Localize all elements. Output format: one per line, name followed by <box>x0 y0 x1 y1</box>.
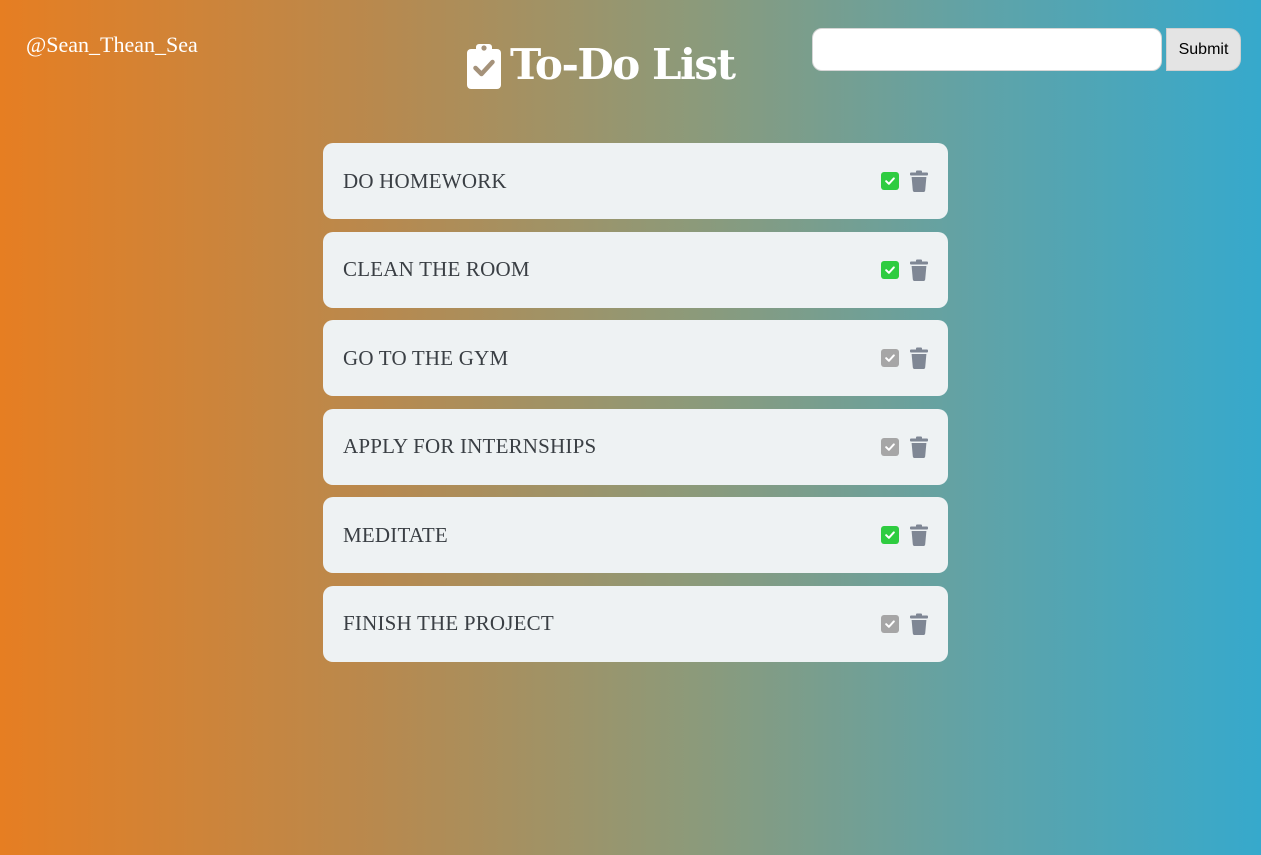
check-icon[interactable] <box>881 437 899 456</box>
trash-icon[interactable] <box>910 347 928 370</box>
todo-item: CLEAN THE ROOM <box>323 231 948 308</box>
check-icon[interactable] <box>881 172 899 190</box>
page-title-text: To-Do List <box>510 40 736 89</box>
todo-list: DO HOMEWORK CLEAN THE ROOM GO TO THE GYM AP… <box>323 143 948 675</box>
todo-form: Submit <box>812 28 1241 71</box>
trash-icon[interactable] <box>910 170 928 192</box>
check-icon[interactable] <box>881 526 899 545</box>
todo-item: MEDITATE <box>323 497 948 574</box>
trash-icon[interactable] <box>910 259 928 281</box>
submit-button[interactable]: Submit <box>1166 28 1241 71</box>
todo-text: CLEAN THE ROOM <box>343 257 530 282</box>
trash-icon[interactable] <box>910 524 928 547</box>
check-icon[interactable] <box>881 260 899 279</box>
page-title: To-Do List <box>466 38 736 92</box>
todo-item: GO TO THE GYM <box>323 320 948 397</box>
todo-item: DO HOMEWORK <box>323 143 948 219</box>
todo-text: DO HOMEWORK <box>343 168 507 193</box>
user-handle: @Sean_Thean_Sea <box>26 32 198 57</box>
check-icon[interactable] <box>881 614 899 633</box>
todo-text: GO TO THE GYM <box>343 345 509 370</box>
trash-icon[interactable] <box>910 613 928 635</box>
trash-icon[interactable] <box>910 436 928 458</box>
todo-text: FINISH THE PROJECT <box>343 611 554 636</box>
todo-input[interactable] <box>812 28 1162 71</box>
check-icon[interactable] <box>881 349 899 368</box>
todo-text: APPLY FOR INTERNSHIPS <box>343 434 597 459</box>
todo-text: MEDITATE <box>343 522 448 547</box>
todo-item: APPLY FOR INTERNSHIPS <box>323 408 948 485</box>
todo-item: FINISH THE PROJECT <box>323 585 948 662</box>
clipboard-check-icon <box>467 44 501 89</box>
